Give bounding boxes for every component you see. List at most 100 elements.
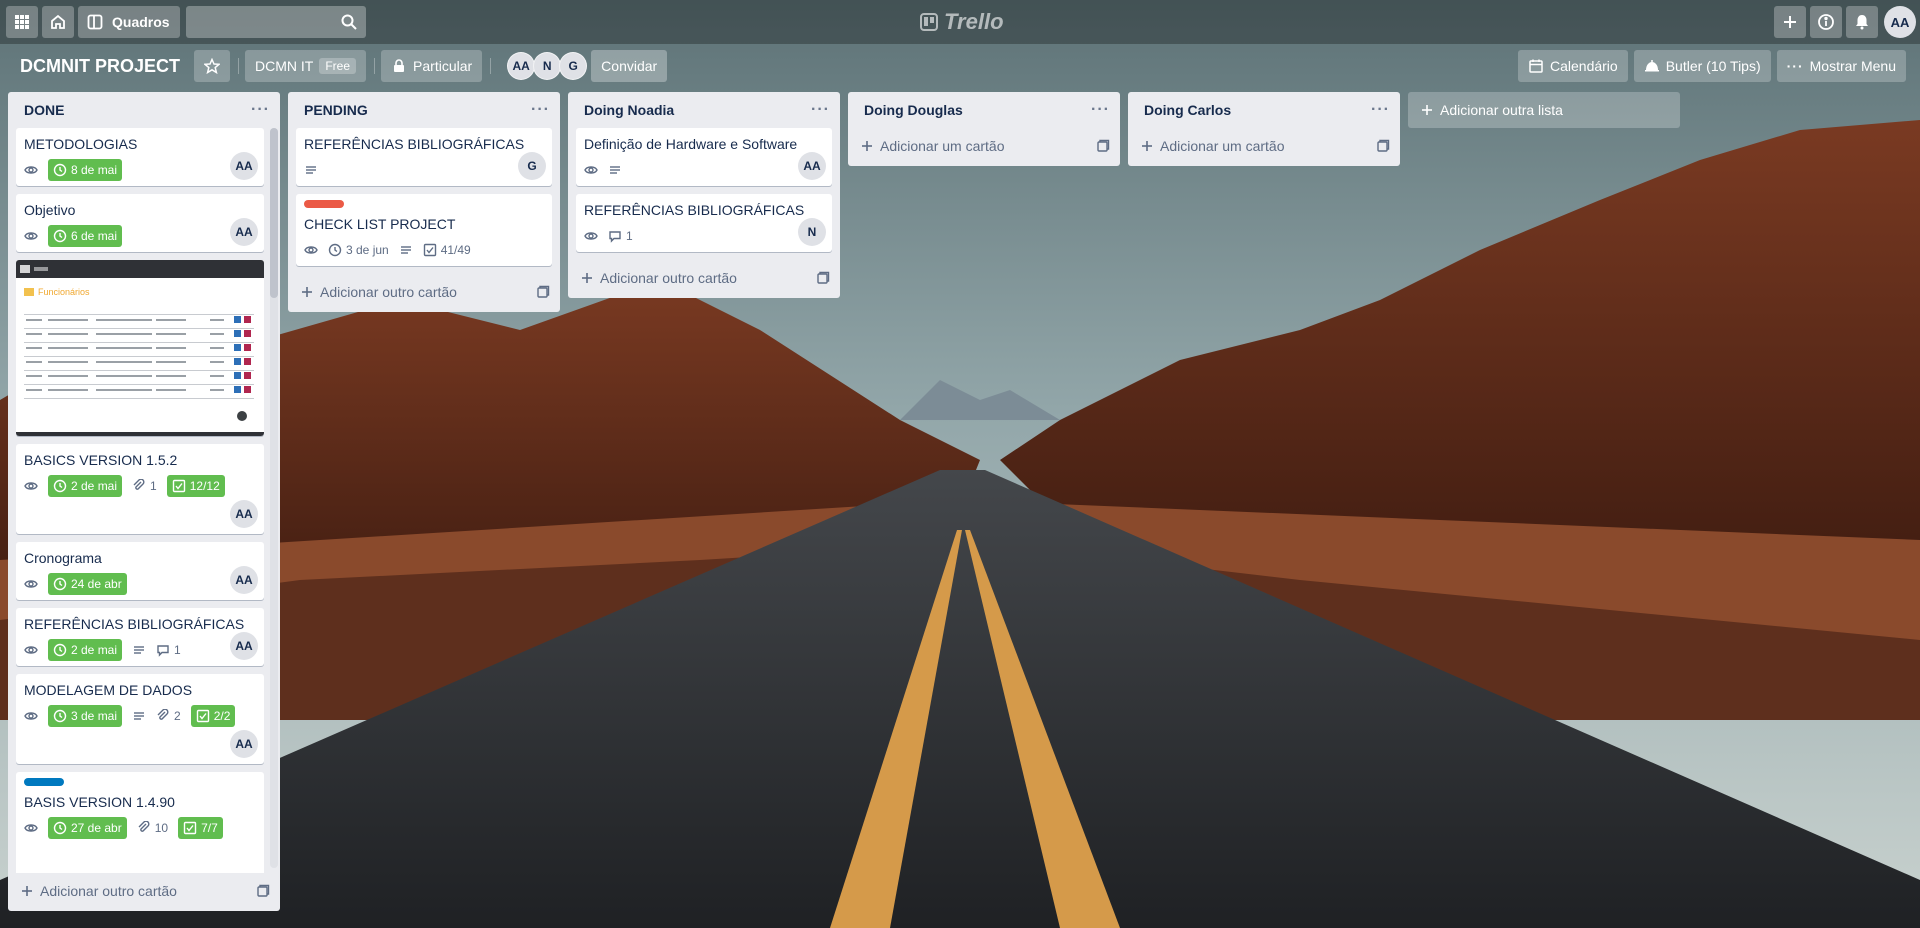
add-list-button[interactable]: Adicionar outra lista bbox=[1408, 92, 1680, 128]
info-button[interactable] bbox=[1810, 6, 1842, 38]
add-card-label: Adicionar um cartão bbox=[880, 138, 1005, 154]
template-icon[interactable] bbox=[1376, 139, 1390, 153]
card[interactable]: MODELAGEM DE DADOS 3 de mai 2 2/2 AA bbox=[16, 674, 264, 764]
card-badges bbox=[304, 158, 544, 182]
notifications-button[interactable] bbox=[1846, 6, 1878, 38]
card-list: METODOLOGIAS 8 de mai AA Objetivo 6 de m… bbox=[8, 128, 280, 873]
board-members: AA N G bbox=[507, 52, 588, 80]
list-header[interactable]: Doing Carlos ··· bbox=[1128, 92, 1400, 128]
card[interactable]: CHECK LIST PROJECT 3 de jun 41/49 bbox=[296, 194, 552, 266]
star-icon bbox=[204, 58, 221, 74]
show-menu-button[interactable]: ··· Mostrar Menu bbox=[1776, 50, 1906, 82]
calendar-icon bbox=[1529, 59, 1543, 73]
lock-icon bbox=[394, 59, 405, 72]
due-date-badge: 8 de mai bbox=[48, 159, 123, 181]
boards-button[interactable]: Quadros bbox=[78, 6, 180, 38]
card[interactable]: Objetivo 6 de mai AA bbox=[16, 194, 264, 252]
member-avatar[interactable]: AA bbox=[507, 52, 536, 80]
card-member-avatar[interactable]: AA bbox=[798, 152, 826, 180]
card-badges: 1 bbox=[584, 224, 824, 248]
card-label bbox=[304, 200, 344, 208]
list-title[interactable]: PENDING bbox=[304, 102, 368, 118]
card-member-avatar[interactable]: AA bbox=[230, 152, 258, 180]
create-button[interactable] bbox=[1774, 6, 1806, 38]
card[interactable]: Definição de Hardware e Software AA bbox=[576, 128, 832, 186]
menu-label: Mostrar Menu bbox=[1809, 58, 1896, 74]
checklist-icon bbox=[423, 243, 436, 257]
card[interactable]: BASIS VERSION 1.4.90 27 de abr 10 7/7 bbox=[16, 772, 264, 873]
user-avatar[interactable]: AA bbox=[1884, 6, 1916, 38]
plus-icon bbox=[22, 886, 32, 896]
card-cover-image[interactable]: Funcionários bbox=[16, 260, 264, 436]
visibility-button[interactable]: Particular bbox=[381, 50, 483, 82]
list-title[interactable]: DONE bbox=[24, 102, 64, 118]
list-title[interactable]: Doing Douglas bbox=[864, 102, 963, 118]
add-card-button[interactable]: Adicionar outro cartão bbox=[568, 260, 840, 296]
invite-button[interactable]: Convidar bbox=[591, 50, 668, 82]
star-button[interactable] bbox=[194, 50, 231, 82]
card[interactable]: REFERÊNCIAS BIBLIOGRÁFICAS 1 N bbox=[576, 194, 832, 252]
divider bbox=[374, 58, 376, 74]
card-member-avatar[interactable]: AA bbox=[230, 632, 258, 660]
card-member-avatar[interactable]: AA bbox=[230, 218, 258, 246]
add-card-label: Adicionar outro cartão bbox=[40, 883, 177, 899]
template-icon[interactable] bbox=[1096, 139, 1110, 153]
checklist-icon bbox=[196, 709, 209, 723]
add-card-button[interactable]: Adicionar outro cartão bbox=[288, 274, 560, 310]
card-title: REFERÊNCIAS BIBLIOGRÁFICAS bbox=[304, 136, 525, 152]
card[interactable]: REFERÊNCIAS BIBLIOGRÁFICAS G bbox=[296, 128, 552, 186]
list-menu-icon[interactable]: ··· bbox=[1091, 101, 1110, 119]
list-scrollbar[interactable] bbox=[270, 128, 278, 868]
list-header[interactable]: DONE ··· bbox=[8, 92, 280, 128]
add-card-button[interactable]: Adicionar um cartão bbox=[848, 128, 1120, 164]
card[interactable]: Cronograma 24 de abr AA bbox=[16, 542, 264, 600]
card[interactable]: REFERÊNCIAS BIBLIOGRÁFICAS 2 de mai 1 AA bbox=[16, 608, 264, 666]
list-title[interactable]: Doing Noadia bbox=[584, 102, 674, 118]
team-button[interactable]: DCMN IT Free bbox=[245, 50, 367, 82]
list-header[interactable]: Doing Noadia ··· bbox=[568, 92, 840, 128]
template-icon[interactable] bbox=[816, 271, 830, 285]
list-doing-noadia: Doing Noadia ··· Definição de Hardware e… bbox=[568, 92, 840, 298]
list-title[interactable]: Doing Carlos bbox=[1144, 102, 1231, 118]
butler-button[interactable]: Butler (10 Tips) bbox=[1633, 50, 1771, 82]
card-member-avatar[interactable]: N bbox=[798, 218, 826, 246]
card[interactable]: BASICS VERSION 1.5.2 2 de mai 1 12/12 AA bbox=[16, 444, 264, 534]
template-icon[interactable] bbox=[256, 884, 270, 898]
top-header: Quadros Trello AA bbox=[0, 0, 1920, 44]
board-title[interactable]: DCMNIT PROJECT bbox=[12, 56, 188, 77]
search-input[interactable] bbox=[185, 6, 366, 38]
template-icon[interactable] bbox=[536, 285, 550, 299]
list-menu-icon[interactable]: ··· bbox=[531, 101, 550, 119]
calendar-button[interactable]: Calendário bbox=[1517, 50, 1628, 82]
comment-count: 1 bbox=[626, 229, 633, 243]
add-card-button[interactable]: Adicionar outro cartão bbox=[8, 873, 280, 909]
card-member-avatar[interactable]: AA bbox=[230, 566, 258, 594]
boards-label: Quadros bbox=[112, 14, 170, 30]
description-icon bbox=[399, 239, 413, 261]
card-member-avatar[interactable]: G bbox=[518, 152, 546, 180]
list-menu-icon[interactable]: ··· bbox=[251, 101, 270, 119]
list-menu-icon[interactable]: ··· bbox=[811, 101, 830, 119]
list-menu-icon[interactable]: ··· bbox=[1371, 101, 1390, 119]
list-doing-carlos: Doing Carlos ··· Adicionar um cartão bbox=[1128, 92, 1400, 166]
list-header[interactable]: Doing Douglas ··· bbox=[848, 92, 1120, 128]
card-member-avatar[interactable]: AA bbox=[230, 500, 258, 528]
card-badges: 3 de mai 2 2/2 bbox=[24, 704, 256, 728]
apps-button[interactable] bbox=[6, 6, 38, 38]
member-avatar[interactable]: G bbox=[559, 52, 588, 80]
trello-logo[interactable]: Trello bbox=[920, 9, 1004, 35]
attachment-count: 2 bbox=[174, 709, 181, 723]
bell-icon bbox=[1856, 15, 1868, 30]
attachment-badge: 1 bbox=[132, 475, 157, 497]
member-avatar[interactable]: N bbox=[533, 52, 562, 80]
plus-icon bbox=[582, 273, 592, 283]
card-badges: 2 de mai 1 bbox=[24, 638, 256, 662]
card[interactable]: METODOLOGIAS 8 de mai AA bbox=[16, 128, 264, 186]
home-button[interactable] bbox=[42, 6, 74, 38]
card-member-avatar[interactable]: AA bbox=[230, 730, 258, 758]
butler-icon bbox=[1644, 60, 1659, 72]
add-card-button[interactable]: Adicionar um cartão bbox=[1128, 128, 1400, 164]
scrollbar-thumb[interactable] bbox=[270, 128, 278, 298]
list-header[interactable]: PENDING ··· bbox=[288, 92, 560, 128]
home-icon bbox=[51, 14, 65, 29]
